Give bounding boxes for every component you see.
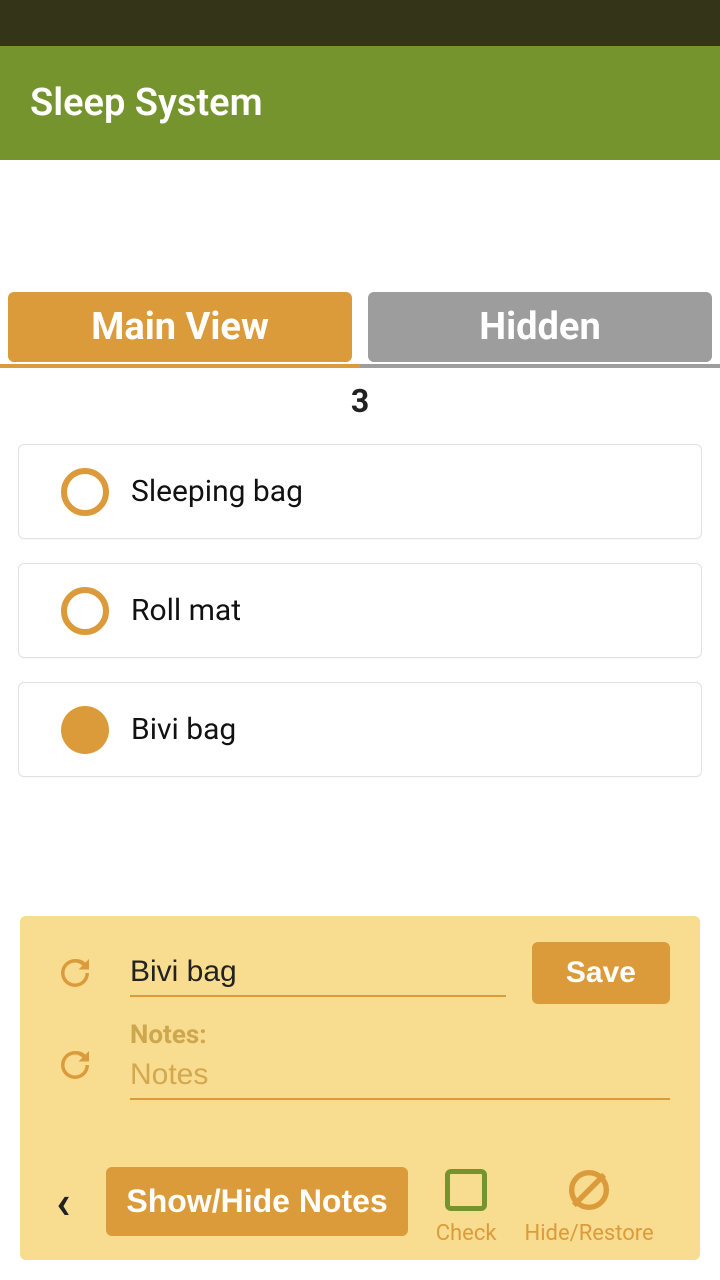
- check-label: Check: [436, 1221, 497, 1246]
- notes-input[interactable]: [130, 1052, 670, 1100]
- check-circle-icon[interactable]: [61, 587, 109, 635]
- list-item[interactable]: Roll mat: [18, 563, 702, 658]
- show-hide-notes-button[interactable]: Show/Hide Notes: [106, 1167, 407, 1236]
- check-action[interactable]: Check: [436, 1165, 497, 1246]
- tab-underline: [0, 364, 720, 368]
- save-button[interactable]: Save: [532, 942, 670, 1004]
- name-field-wrap: [130, 949, 506, 997]
- page-title: Sleep System: [30, 81, 263, 125]
- name-input[interactable]: [130, 949, 506, 997]
- tabs: Main View Hidden: [0, 292, 720, 362]
- back-chevron-icon[interactable]: ‹: [56, 1180, 70, 1226]
- hide-restore-label: Hide/Restore: [525, 1221, 654, 1246]
- hide-restore-action[interactable]: Hide/Restore: [525, 1165, 654, 1246]
- notes-field-wrap: Notes:: [130, 1010, 670, 1100]
- check-circle-icon[interactable]: [61, 468, 109, 516]
- item-label: Roll mat: [131, 593, 241, 628]
- hide-restore-icon: [563, 1164, 615, 1216]
- list-item[interactable]: Sleeping bag: [18, 444, 702, 539]
- app-bar: Sleep System: [0, 46, 720, 160]
- tab-hidden[interactable]: Hidden: [368, 292, 712, 362]
- status-bar: [0, 0, 720, 46]
- spacer: [0, 160, 720, 292]
- item-label: Sleeping bag: [131, 474, 303, 509]
- refresh-icon[interactable]: [54, 1044, 96, 1086]
- item-list: Sleeping bag Roll mat Bivi bag: [0, 444, 720, 777]
- list-item[interactable]: Bivi bag: [18, 682, 702, 777]
- checkbox-icon: [445, 1169, 487, 1211]
- item-count: 3: [0, 368, 720, 444]
- check-circle-filled-icon[interactable]: [61, 706, 109, 754]
- notes-label: Notes:: [130, 1020, 670, 1050]
- refresh-icon[interactable]: [54, 952, 96, 994]
- item-label: Bivi bag: [131, 712, 236, 747]
- edit-panel: Save Notes: ‹ Show/Hide Notes Check Hide…: [20, 916, 700, 1260]
- tab-main-view[interactable]: Main View: [8, 292, 352, 362]
